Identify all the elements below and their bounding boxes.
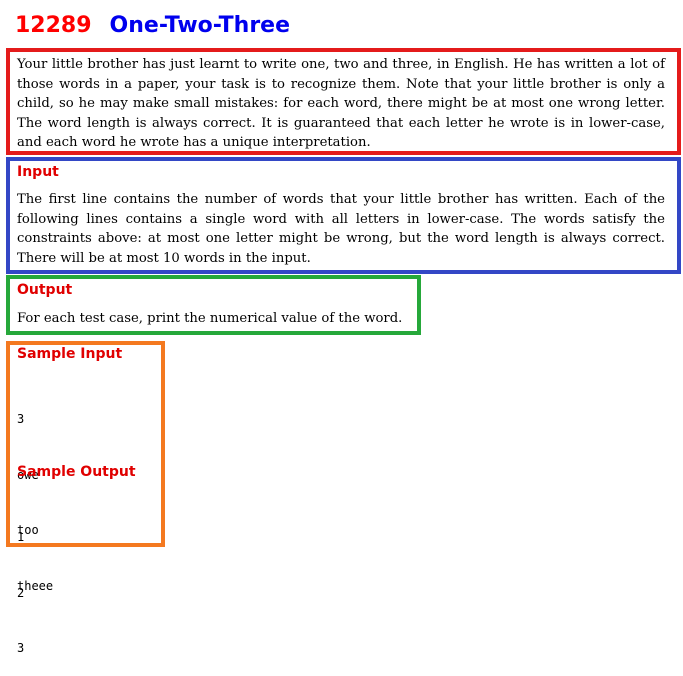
problem-number: 12289 bbox=[15, 13, 92, 38]
sample-output-line: 2 bbox=[17, 585, 25, 600]
problem-title-bar: 12289 One-Two-Three bbox=[15, 6, 290, 46]
input-heading: Input bbox=[17, 164, 59, 180]
sample-output-heading: Sample Output bbox=[17, 464, 136, 480]
sample-input-heading: Sample Input bbox=[17, 346, 123, 362]
sample-input-line: 3 bbox=[17, 412, 25, 426]
output-text: For each test case, print the numerical … bbox=[17, 311, 403, 326]
input-text: The first line contains the number of wo… bbox=[17, 192, 665, 266]
sample-output-block: 1 2 3 bbox=[17, 491, 31, 676]
output-heading: Output bbox=[17, 282, 73, 298]
sample-output-line: 1 bbox=[17, 530, 25, 544]
problem-name: One-Two-Three bbox=[109, 13, 291, 38]
statement-text: Your little brother has just learnt to w… bbox=[17, 57, 665, 150]
sample-output-line: 3 bbox=[17, 641, 25, 655]
